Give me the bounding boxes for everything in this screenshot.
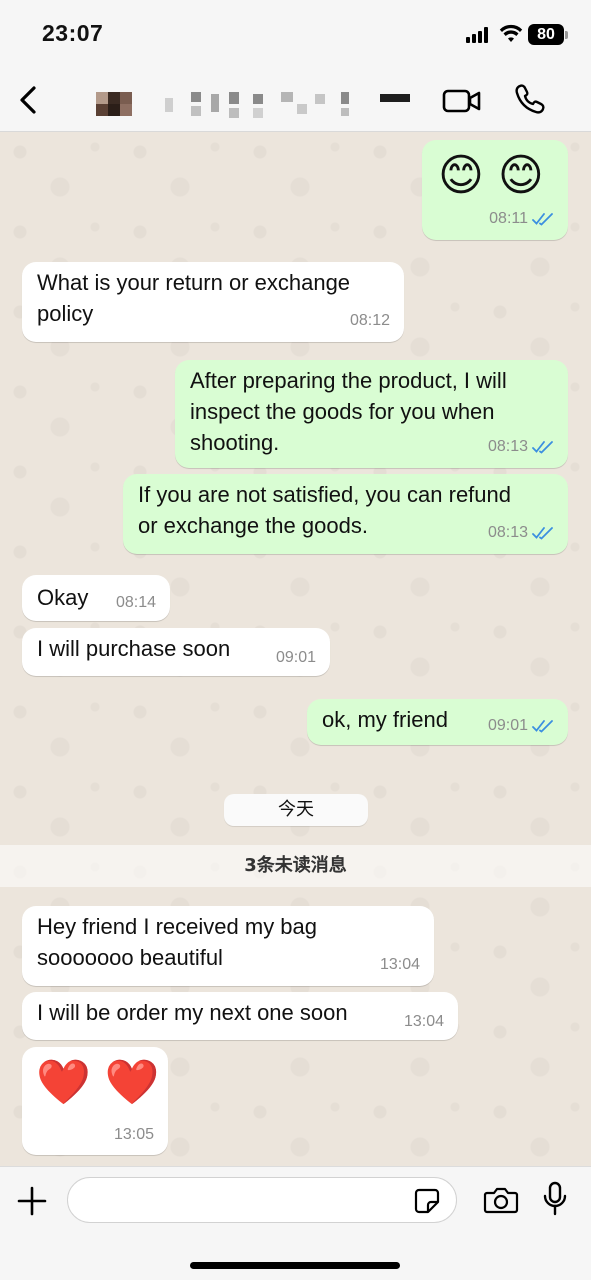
message-meta: 08:12 bbox=[350, 305, 390, 336]
message-incoming[interactable]: I will purchase soon 09:01 bbox=[22, 628, 330, 676]
phone-icon[interactable] bbox=[513, 82, 547, 116]
message-composer bbox=[0, 1166, 591, 1280]
message-meta: 13:05 bbox=[114, 1119, 154, 1150]
cellular-signal-icon bbox=[466, 27, 492, 43]
wifi-icon bbox=[499, 24, 523, 42]
double-check-icon bbox=[532, 212, 553, 226]
message-meta: 09:01 bbox=[276, 642, 316, 673]
message-meta: 09:01 bbox=[488, 710, 554, 741]
message-text: I will be order my next one soon bbox=[37, 1000, 348, 1025]
status-time: 23:07 bbox=[42, 20, 104, 46]
unread-messages-banner: 3条未读消息 bbox=[0, 845, 591, 887]
message-time: 09:01 bbox=[487, 717, 528, 734]
message-outgoing[interactable]: After preparing the product, I will insp… bbox=[175, 360, 568, 468]
message-text: Hey friend I received my bag sooooooo be… bbox=[37, 914, 318, 970]
message-time: 08:13 bbox=[487, 524, 528, 541]
message-meta: 08:14 bbox=[116, 587, 156, 618]
message-outgoing[interactable]: ok, my friend 09:01 bbox=[307, 699, 568, 745]
chat-header bbox=[0, 70, 591, 132]
message-outgoing[interactable]: 😊 😊 08:11 bbox=[422, 140, 568, 240]
message-text: ❤️ ❤️ bbox=[36, 1057, 160, 1108]
message-outgoing[interactable]: If you are not satisfied, you can refund… bbox=[123, 474, 568, 554]
message-time: 13:04 bbox=[403, 1013, 444, 1030]
message-text: What is your return or exchange policy bbox=[37, 270, 351, 326]
message-time: 09:01 bbox=[275, 649, 316, 666]
day-separator: 今天 bbox=[224, 794, 368, 826]
message-meta: 08:13 bbox=[488, 517, 554, 548]
chat-area[interactable]: 😊 😊 08:11 What is your return or exchang… bbox=[0, 132, 591, 1166]
message-incoming[interactable]: I will be order my next one soon 13:04 bbox=[22, 992, 458, 1040]
battery-level: 80 bbox=[528, 24, 564, 45]
message-meta: 13:04 bbox=[404, 1006, 444, 1037]
contact-name-redacted[interactable] bbox=[165, 88, 415, 124]
message-time: 08:11 bbox=[489, 210, 528, 227]
message-text: I will purchase soon bbox=[37, 636, 231, 661]
message-input[interactable] bbox=[67, 1177, 457, 1223]
message-meta: 13:04 bbox=[380, 949, 420, 980]
battery-cap bbox=[565, 31, 568, 39]
double-check-icon bbox=[532, 440, 553, 454]
message-meta: 08:11 bbox=[489, 203, 554, 234]
plus-icon[interactable] bbox=[16, 1185, 48, 1217]
camera-icon[interactable] bbox=[483, 1185, 519, 1215]
message-meta: 08:13 bbox=[488, 431, 554, 462]
message-time: 08:12 bbox=[349, 312, 390, 329]
home-indicator[interactable] bbox=[190, 1262, 400, 1269]
status-bar: 23:07 80 bbox=[0, 0, 591, 70]
message-time: 13:05 bbox=[113, 1126, 154, 1143]
double-check-icon bbox=[532, 719, 553, 733]
message-text: 😊 😊 bbox=[438, 150, 544, 201]
message-incoming[interactable]: Okay 08:14 bbox=[22, 575, 170, 621]
message-time: 13:04 bbox=[379, 956, 420, 973]
message-incoming[interactable]: ❤️ ❤️ 13:05 bbox=[22, 1047, 168, 1155]
message-time: 08:13 bbox=[487, 438, 528, 455]
contact-avatar[interactable] bbox=[92, 88, 136, 124]
message-incoming[interactable]: Hey friend I received my bag sooooooo be… bbox=[22, 906, 434, 986]
sticker-icon[interactable] bbox=[413, 1187, 441, 1215]
microphone-icon[interactable] bbox=[542, 1181, 568, 1217]
message-incoming[interactable]: What is your return or exchange policy 0… bbox=[22, 262, 404, 342]
double-check-icon bbox=[532, 526, 553, 540]
chevron-left-icon[interactable] bbox=[14, 80, 44, 120]
message-time: 08:14 bbox=[115, 594, 156, 611]
video-camera-icon[interactable] bbox=[442, 86, 482, 116]
